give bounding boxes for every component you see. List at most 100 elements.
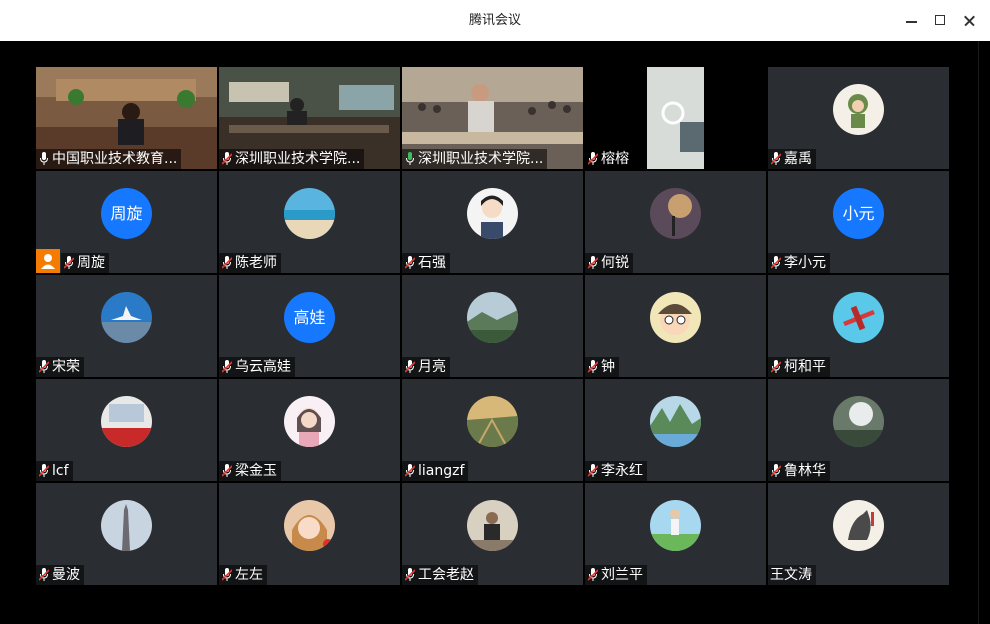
participant-name: 李小元 xyxy=(768,253,830,273)
participant-name: 王文涛 xyxy=(768,565,816,585)
microphone-muted-icon xyxy=(771,256,781,269)
participant-name-text: 王文涛 xyxy=(770,567,812,583)
avatar xyxy=(650,500,701,551)
participant-tile[interactable]: 左左 xyxy=(219,483,400,585)
microphone-muted-icon xyxy=(222,360,232,373)
minimize-button[interactable] xyxy=(902,11,922,31)
participant-name: 工会老赵 xyxy=(402,565,478,585)
participant-tile[interactable]: 深圳职业技术学院... xyxy=(219,67,400,169)
participant-tile[interactable]: 李永红 xyxy=(585,379,766,481)
microphone-muted-icon xyxy=(222,568,232,581)
participant-tile[interactable]: 何锐 xyxy=(585,171,766,273)
participant-name: lcf xyxy=(36,461,73,481)
avatar xyxy=(101,500,152,551)
participant-name-text: 钟 xyxy=(601,359,615,375)
participant-tile[interactable]: 王文涛 xyxy=(768,483,949,585)
participant-tile[interactable]: 中国职业技术教育... xyxy=(36,67,217,169)
participant-name-text: 鲁林华 xyxy=(784,463,826,479)
participant-tile[interactable]: 刘兰平 xyxy=(585,483,766,585)
participant-name-text: 陈老师 xyxy=(235,255,277,271)
participant-name-text: 梁金玉 xyxy=(235,463,277,479)
avatar xyxy=(101,396,152,447)
participant-name-text: 石强 xyxy=(418,255,446,271)
participant-name-text: 何锐 xyxy=(601,255,629,271)
window-title: 腾讯会议 xyxy=(468,13,521,28)
avatar-initials: 高娃 xyxy=(284,292,335,343)
microphone-muted-icon xyxy=(39,464,49,477)
participant-name-text: 深圳职业技术学院... xyxy=(235,151,361,167)
host-user-icon xyxy=(36,249,60,273)
participant-tile[interactable]: 月亮 xyxy=(402,275,583,377)
avatar xyxy=(833,500,884,551)
participant-name: 周旋 xyxy=(61,253,109,273)
participant-name-text: 嘉禹 xyxy=(784,151,812,167)
participant-tile[interactable]: 周旋 周旋 xyxy=(36,171,217,273)
participant-name: 陈老师 xyxy=(219,253,281,273)
participant-tile-active-speaker[interactable]: 深圳职业技术学院... xyxy=(402,67,583,169)
microphone-muted-icon xyxy=(405,256,415,269)
participant-tile[interactable]: 高娃 乌云高娃 xyxy=(219,275,400,377)
participant-name: 何锐 xyxy=(585,253,633,273)
microphone-muted-icon xyxy=(405,360,415,373)
participant-tile[interactable]: 陈老师 xyxy=(219,171,400,273)
avatar xyxy=(650,188,701,239)
microphone-muted-icon xyxy=(588,464,598,477)
participant-tile[interactable]: lcf xyxy=(36,379,217,481)
avatar xyxy=(833,84,884,135)
participant-tile[interactable]: 榕榕 xyxy=(585,67,766,169)
avatar xyxy=(467,500,518,551)
participant-tile[interactable]: 鲁林华 xyxy=(768,379,949,481)
participant-tile[interactable]: 柯和平 xyxy=(768,275,949,377)
participant-tile[interactable]: 工会老赵 xyxy=(402,483,583,585)
participant-tile[interactable]: 钟 xyxy=(585,275,766,377)
participant-name-text: 工会老赵 xyxy=(418,567,474,583)
microphone-muted-icon xyxy=(405,464,415,477)
participant-name-text: 宋荣 xyxy=(52,359,80,375)
participant-name: 刘兰平 xyxy=(585,565,647,585)
participant-name: 月亮 xyxy=(402,357,450,377)
participant-name: 曼波 xyxy=(36,565,84,585)
participant-tile[interactable]: 曼波 xyxy=(36,483,217,585)
participant-tile[interactable]: 石强 xyxy=(402,171,583,273)
participant-name-text: 榕榕 xyxy=(601,151,629,167)
microphone-muted-icon xyxy=(771,360,781,373)
title-bar: 腾讯会议 xyxy=(0,0,990,41)
microphone-muted-icon xyxy=(771,464,781,477)
participant-name-text: 中国职业技术教育... xyxy=(52,151,178,167)
participant-tile[interactable]: 小元 李小元 xyxy=(768,171,949,273)
participant-name-text: lcf xyxy=(52,463,69,479)
participant-name-text: 李小元 xyxy=(784,255,826,271)
participant-name: 石强 xyxy=(402,253,450,273)
participant-name-text: 乌云高娃 xyxy=(235,359,291,375)
participant-name: 深圳职业技术学院... xyxy=(219,149,365,169)
participant-name-text: 刘兰平 xyxy=(601,567,643,583)
participant-name-text: liangzf xyxy=(418,463,465,479)
participant-name-text: 李永红 xyxy=(601,463,643,479)
close-button[interactable] xyxy=(960,11,980,31)
participant-tile[interactable]: 宋荣 xyxy=(36,275,217,377)
avatar xyxy=(650,396,701,447)
avatar-initials: 周旋 xyxy=(101,188,152,239)
participant-name: 中国职业技术教育... xyxy=(36,149,182,169)
avatar xyxy=(833,396,884,447)
participant-name-text: 曼波 xyxy=(52,567,80,583)
maximize-button[interactable] xyxy=(931,11,951,31)
participant-name-text: 深圳职业技术学院... xyxy=(418,151,544,167)
microphone-muted-icon xyxy=(222,152,232,165)
participant-name: 榕榕 xyxy=(585,149,633,169)
participant-tile[interactable]: 梁金玉 xyxy=(219,379,400,481)
participant-tile[interactable]: liangzf xyxy=(402,379,583,481)
participant-tile[interactable]: 嘉禹 xyxy=(768,67,949,169)
avatar xyxy=(284,500,335,551)
avatar xyxy=(833,292,884,343)
avatar xyxy=(467,188,518,239)
avatar xyxy=(284,188,335,239)
avatar xyxy=(467,292,518,343)
microphone-muted-icon xyxy=(222,464,232,477)
participant-name-text: 月亮 xyxy=(418,359,446,375)
participant-name: 宋荣 xyxy=(36,357,84,377)
participant-name: liangzf xyxy=(402,461,469,481)
participant-name-text: 周旋 xyxy=(77,255,105,271)
avatar xyxy=(101,292,152,343)
window-edge xyxy=(978,41,990,624)
